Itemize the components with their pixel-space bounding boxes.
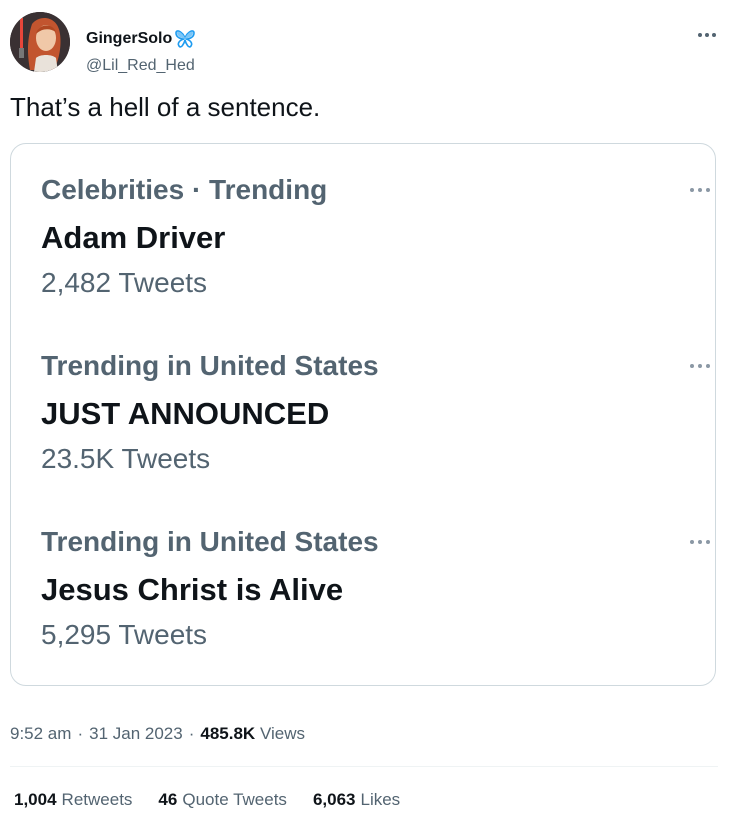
trend-item[interactable]: Trending in United States Jesus Christ i… [41,526,710,666]
retweets-count: 1,004 [14,790,57,809]
trend-more-icon[interactable] [685,363,715,369]
handle[interactable]: @Lil_Red_Hed [86,57,195,75]
likes-stat[interactable]: 6,063 Likes [313,790,400,810]
separator: · [188,724,195,743]
trend-title: Adam Driver [41,220,226,255]
display-name[interactable]: GingerSolo [86,30,172,48]
tweet-stats: 1,004 Retweets 46 Quote Tweets 6,063 Lik… [14,790,400,810]
views-count: 485.8K [200,724,256,743]
tweet-page: GingerSolo @Lil_Red_Hed That’s a hell of… [0,0,732,825]
views-label: Views [259,724,305,743]
name-row: GingerSolo [86,29,196,49]
tweet-text: That’s a hell of a sentence. [10,92,321,122]
tweet-time[interactable]: 9:52 am [10,724,71,744]
trend-count: 5,295 Tweets [41,619,208,650]
trend-title: JUST ANNOUNCED [41,396,330,431]
divider [10,766,718,767]
trend-meta: Trending in United States [41,526,379,557]
likes-count: 6,063 [312,790,356,809]
trend-item[interactable]: Trending in United States JUST ANNOUNCED… [41,350,710,490]
trend-more-icon[interactable] [685,539,715,545]
tweet-meta: 9:52 am · 31 Jan 2023 · 485.8K Views [10,724,305,744]
tweet-header: GingerSolo @Lil_Red_Hed [10,12,722,74]
tweet-date[interactable]: 31 Jan 2023 [89,724,183,744]
trends-card[interactable]: Celebrities · Trending Adam Driver 2,482… [10,143,716,686]
more-options-icon[interactable] [696,32,718,38]
trend-count: 23.5K Tweets [41,443,211,474]
trend-meta: Celebrities · Trending [41,174,328,205]
likes-label: Likes [360,790,401,809]
quote-tweets-count: 46 [158,790,178,809]
separator: · [77,724,84,743]
trend-more-icon[interactable] [685,187,715,193]
quote-tweets-label: Quote Tweets [182,790,287,809]
trend-count: 2,482 Tweets [41,267,208,298]
retweets-label: Retweets [61,790,133,809]
butterfly-icon [174,29,196,49]
retweets-stat[interactable]: 1,004 Retweets [14,790,132,810]
avatar[interactable] [10,12,70,72]
trend-title: Jesus Christ is Alive [41,572,344,607]
trend-meta: Trending in United States [41,350,379,381]
trend-item[interactable]: Celebrities · Trending Adam Driver 2,482… [41,174,710,314]
avatar-image [10,12,70,72]
quote-tweets-stat[interactable]: 46 Quote Tweets [158,790,287,810]
